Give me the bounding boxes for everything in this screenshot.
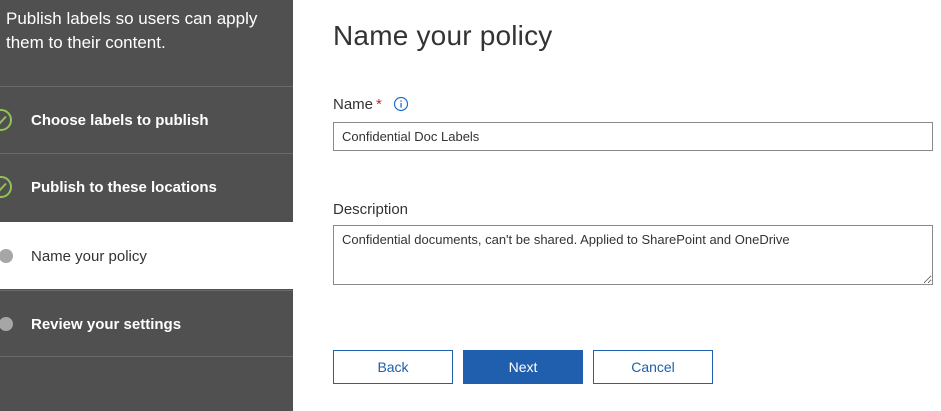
step-dot-icon — [0, 249, 13, 263]
info-icon[interactable] — [393, 96, 409, 112]
step-label: Name your policy — [31, 247, 147, 265]
step-label: Publish to these locations — [31, 178, 217, 196]
sidebar-intro-text: Publish labels so users can apply them t… — [6, 9, 258, 52]
name-field-label: Name * — [333, 96, 382, 113]
description-textarea[interactable]: Confidential documents, can't be shared.… — [333, 225, 933, 285]
cancel-button[interactable]: Cancel — [593, 350, 713, 384]
step-publish-locations[interactable]: Publish to these locations — [0, 153, 293, 220]
wizard-sidebar: Publish labels so users can apply them t… — [0, 0, 293, 411]
checkmark-circle-icon — [0, 109, 12, 131]
step-dot-icon — [0, 317, 13, 331]
step-name-policy[interactable]: Name your policy — [0, 222, 293, 289]
step-review-settings[interactable]: Review your settings — [0, 290, 293, 357]
description-field-label: Description — [333, 201, 409, 218]
step-label: Choose labels to publish — [31, 111, 209, 129]
step-label: Review your settings — [31, 315, 182, 333]
step-choose-labels[interactable]: Choose labels to publish — [0, 86, 293, 153]
name-input[interactable] — [333, 122, 933, 151]
checkmark-circle-icon — [0, 176, 12, 198]
back-button[interactable]: Back — [333, 350, 453, 384]
divider — [0, 356, 293, 357]
wizard-page: Publish labels so users can apply them t… — [0, 0, 941, 411]
page-title: Name your policy — [333, 20, 553, 51]
required-marker: * — [376, 96, 382, 113]
next-button[interactable]: Next — [463, 350, 583, 384]
name-label-text: Name — [333, 96, 374, 113]
